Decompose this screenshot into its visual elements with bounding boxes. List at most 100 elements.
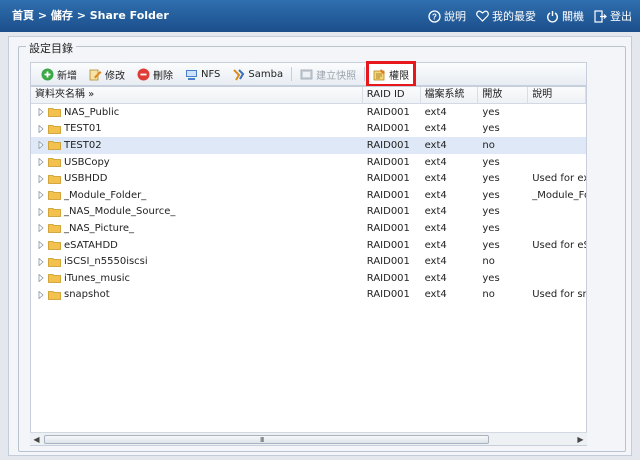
raid-cell: RAID001 xyxy=(366,206,410,218)
column-header-name[interactable]: 資料夾名稱 » xyxy=(31,87,363,103)
filesystem-cell: ext4 xyxy=(424,222,447,234)
expand-arrow-icon[interactable] xyxy=(37,124,45,133)
section-title: 設定目錄 xyxy=(26,40,76,56)
folder-name: _NAS_Picture_ xyxy=(64,222,135,234)
table-body: NAS_Public RAID001 ext4 yes TEST01 RAID001 ext… xyxy=(31,104,586,303)
snapshot-icon xyxy=(300,68,313,81)
folder-icon xyxy=(48,157,61,167)
help-link[interactable]: ? 說明 xyxy=(428,8,466,24)
filesystem-cell: ext4 xyxy=(424,123,447,135)
folder-name: snapshot xyxy=(64,289,110,301)
folder-name: iTunes_music xyxy=(64,272,130,284)
shutdown-link[interactable]: 關機 xyxy=(546,8,584,24)
table-row[interactable]: snapshot RAID001 ext4 no Used for sna xyxy=(31,287,586,304)
table-row[interactable]: TEST01 RAID001 ext4 yes xyxy=(31,121,586,138)
scrollbar-thumb[interactable]: III xyxy=(44,435,489,444)
expand-arrow-icon[interactable] xyxy=(37,207,45,216)
expand-arrow-icon[interactable] xyxy=(37,141,45,150)
public-cell: yes xyxy=(482,222,500,234)
horizontal-scrollbar[interactable]: ◀ III ▶ xyxy=(30,432,587,445)
scroll-right-arrow[interactable]: ▶ xyxy=(574,433,587,445)
breadcrumb: 首頁 > 儲存 > Share Folder xyxy=(12,9,169,22)
folder-name: NAS_Public xyxy=(64,106,120,118)
snapshot-button[interactable]: 建立快照 xyxy=(296,64,360,84)
column-header-public[interactable]: 開放 xyxy=(478,87,529,103)
expand-arrow-icon[interactable] xyxy=(37,174,45,183)
folder-icon xyxy=(48,273,61,284)
permissions-label: 權限 xyxy=(389,70,410,82)
column-header-description[interactable]: 說明 xyxy=(528,87,586,103)
edit-button[interactable]: 修改 xyxy=(85,64,129,84)
column-header-filesystem[interactable]: 檔案系統 xyxy=(421,87,479,103)
nfs-button[interactable]: NFS xyxy=(181,64,224,84)
folder-icon xyxy=(48,174,61,184)
table-row[interactable]: TEST02 RAID001 ext4 no xyxy=(31,137,586,154)
table-row[interactable]: _NAS_Module_Source_ RAID001 ext4 yes xyxy=(31,204,586,221)
table-row[interactable]: _NAS_Picture_ RAID001 ext4 yes xyxy=(31,220,586,237)
nfs-label: NFS xyxy=(201,68,221,80)
filesystem-cell: ext4 xyxy=(424,272,447,284)
logout-link[interactable]: 登出 xyxy=(594,8,632,24)
expand-arrow-icon[interactable] xyxy=(37,224,45,233)
add-button[interactable]: 新增 xyxy=(37,64,81,84)
scrollbar-grip: III xyxy=(260,436,264,444)
name-cell: iSCSI_n5550iscsi xyxy=(31,256,363,267)
logout-icon xyxy=(594,9,607,23)
samba-icon xyxy=(232,68,245,81)
table-row[interactable]: USBHDD RAID001 ext4 yes Used for exte xyxy=(31,170,586,187)
permissions-button[interactable]: 權限 xyxy=(366,61,417,87)
shutdown-label: 關機 xyxy=(562,10,584,23)
raid-cell: RAID001 xyxy=(366,239,410,251)
folder-name: _NAS_Module_Source_ xyxy=(64,206,176,218)
table-row[interactable]: NAS_Public RAID001 ext4 yes xyxy=(31,104,586,121)
raid-cell: RAID001 xyxy=(366,289,410,301)
name-cell: _Module_Folder_ xyxy=(31,190,363,201)
raid-cell: RAID001 xyxy=(366,272,410,284)
folder-name: _Module_Folder_ xyxy=(64,189,147,201)
description-cell: _Module_Fol xyxy=(532,189,586,201)
table-row[interactable]: iTunes_music RAID001 ext4 yes xyxy=(31,270,586,287)
permissions-icon xyxy=(373,68,386,81)
expand-arrow-icon[interactable] xyxy=(37,274,45,283)
expand-arrow-icon[interactable] xyxy=(37,241,45,250)
name-cell: USBHDD xyxy=(31,173,363,184)
table-row[interactable]: eSATAHDD RAID001 ext4 yes Used for eSA xyxy=(31,237,586,254)
expand-arrow-icon[interactable] xyxy=(37,191,45,200)
public-cell: yes xyxy=(482,189,500,201)
favorites-link[interactable]: 我的最愛 xyxy=(476,8,536,24)
table-row[interactable]: USBCopy RAID001 ext4 yes xyxy=(31,154,586,171)
top-bar: 首頁 > 儲存 > Share Folder ? 說明 我的最愛 關機 登出 xyxy=(0,0,640,32)
toolbar: 新增 修改 刪除 NFS Samba 建立快照 權限 xyxy=(30,61,587,87)
public-cell: yes xyxy=(482,123,500,135)
table-row[interactable]: iSCSI_n5550iscsi RAID001 ext4 no xyxy=(31,253,586,270)
public-cell: yes xyxy=(482,239,500,251)
expand-arrow-icon[interactable] xyxy=(37,290,45,299)
folder-icon xyxy=(48,240,61,250)
folder-icon xyxy=(48,290,61,300)
logout-label: 登出 xyxy=(610,10,632,23)
heart-icon xyxy=(476,10,489,23)
add-icon xyxy=(41,68,54,81)
delete-button[interactable]: 刪除 xyxy=(133,64,177,84)
filesystem-cell: ext4 xyxy=(424,173,447,185)
filesystem-cell: ext4 xyxy=(424,206,447,218)
samba-button[interactable]: Samba xyxy=(228,64,287,84)
public-cell: no xyxy=(482,139,495,151)
scroll-left-arrow[interactable]: ◀ xyxy=(30,433,43,445)
expand-arrow-icon[interactable] xyxy=(37,257,45,266)
folder-name: USBCopy xyxy=(64,156,110,168)
delete-label: 刪除 xyxy=(153,70,173,82)
toolbar-separator xyxy=(364,67,366,81)
expand-arrow-icon[interactable] xyxy=(37,108,45,117)
expand-arrow-icon[interactable] xyxy=(37,158,45,167)
question-icon: ? xyxy=(428,9,441,23)
raid-cell: RAID001 xyxy=(366,156,410,168)
folder-name: iSCSI_n5550iscsi xyxy=(64,256,148,268)
public-cell: no xyxy=(482,289,495,301)
table-row[interactable]: _Module_Folder_ RAID001 ext4 yes _Module_Fol xyxy=(31,187,586,204)
column-header-raid[interactable]: RAID ID xyxy=(363,87,421,103)
add-label: 新增 xyxy=(57,70,77,82)
raid-cell: RAID001 xyxy=(366,123,410,135)
description-cell: Used for eSA xyxy=(532,239,586,251)
public-cell: no xyxy=(482,256,495,268)
